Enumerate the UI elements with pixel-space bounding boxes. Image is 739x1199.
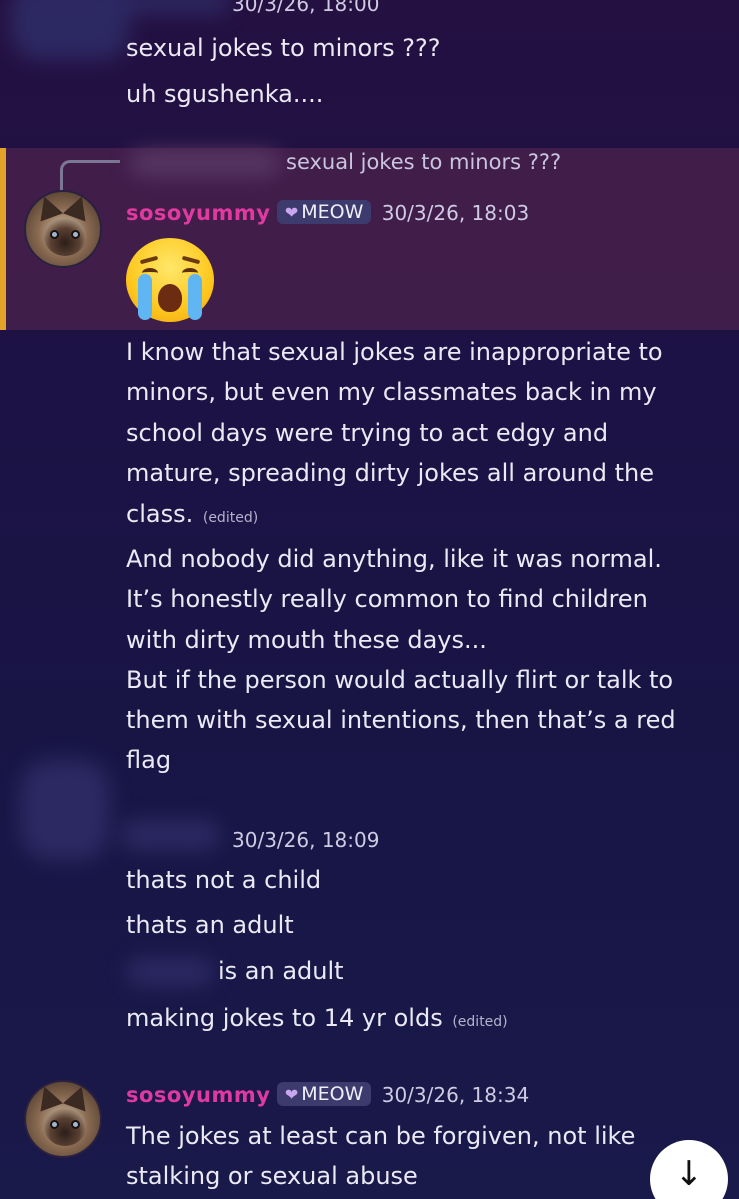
message-header: sosoyummy ❤ MEOW 30/3/26, 18:03 bbox=[126, 200, 529, 225]
message-timestamp: 30/3/26, 18:03 bbox=[381, 201, 530, 225]
redacted-username-top bbox=[110, 0, 230, 14]
message-timestamp: 30/3/26, 18:00 bbox=[232, 0, 380, 16]
heart-icon: ❤ bbox=[284, 1085, 299, 1104]
message-text: stalking or sexual abuse bbox=[126, 1162, 418, 1190]
message-text: them with sexual intentions, then that’s… bbox=[126, 706, 676, 734]
message-header: sosoyummy ❤ MEOW 30/3/26, 18:34 bbox=[126, 1082, 529, 1107]
avatar[interactable] bbox=[24, 1080, 102, 1158]
message-text-last-line: class. (edited) bbox=[126, 494, 258, 538]
reply-preview[interactable]: sexual jokes to minors ??? bbox=[286, 150, 561, 174]
scroll-to-bottom-button[interactable]: ↓ bbox=[650, 1140, 728, 1199]
message-text: The jokes at least can be forgiven, not … bbox=[126, 1122, 636, 1150]
message-text: class. bbox=[126, 500, 194, 528]
badge-label: MEOW bbox=[301, 201, 364, 223]
badge-label: MEOW bbox=[301, 1083, 364, 1105]
username[interactable]: sosoyummy bbox=[126, 1083, 270, 1107]
arrow-down-icon: ↓ bbox=[674, 1154, 704, 1194]
message-text: school days were trying to act edgy and bbox=[126, 419, 609, 447]
message-text: making jokes to 14 yr olds bbox=[126, 1004, 443, 1032]
message-text: And nobody did anything, like it was nor… bbox=[126, 545, 662, 573]
message-text: flag bbox=[126, 746, 172, 774]
avatar[interactable] bbox=[24, 190, 102, 268]
username[interactable]: sosoyummy bbox=[126, 201, 270, 225]
message-text: I know that sexual jokes are inappropria… bbox=[126, 338, 663, 366]
message-text: thats not a child bbox=[126, 866, 322, 894]
message-timestamp: 30/3/26, 18:09 bbox=[232, 828, 380, 852]
redacted-mention bbox=[126, 958, 214, 986]
message-text-last-line: making jokes to 14 yr olds (edited) bbox=[126, 998, 508, 1042]
message-text: sexual jokes to minors ??? bbox=[126, 34, 441, 62]
redacted-username bbox=[120, 820, 220, 850]
loudly-crying-face-icon bbox=[126, 238, 214, 322]
role-badge[interactable]: ❤ MEOW bbox=[276, 200, 372, 224]
message-text: It’s honestly really common to find chil… bbox=[126, 585, 648, 613]
message-text: minors, but even my classmates back in m… bbox=[126, 378, 657, 406]
message-timestamp: 30/3/26, 18:34 bbox=[381, 1083, 530, 1107]
role-badge[interactable]: ❤ MEOW bbox=[276, 1082, 372, 1106]
edited-label: (edited) bbox=[202, 510, 259, 526]
redacted-reply-author bbox=[130, 150, 280, 176]
message-text: thats an adult bbox=[126, 911, 294, 939]
message-text: with dirty mouth these days... bbox=[126, 626, 487, 654]
message-text: is an adult bbox=[218, 957, 344, 985]
edited-label: (edited) bbox=[452, 1014, 508, 1030]
message-text: But if the person would actually flirt o… bbox=[126, 666, 674, 694]
message-text: mature, spreading dirty jokes all around… bbox=[126, 459, 654, 487]
message-text: uh sgushenka.... bbox=[126, 80, 324, 108]
redacted-avatar bbox=[20, 760, 110, 860]
heart-icon: ❤ bbox=[284, 203, 299, 222]
